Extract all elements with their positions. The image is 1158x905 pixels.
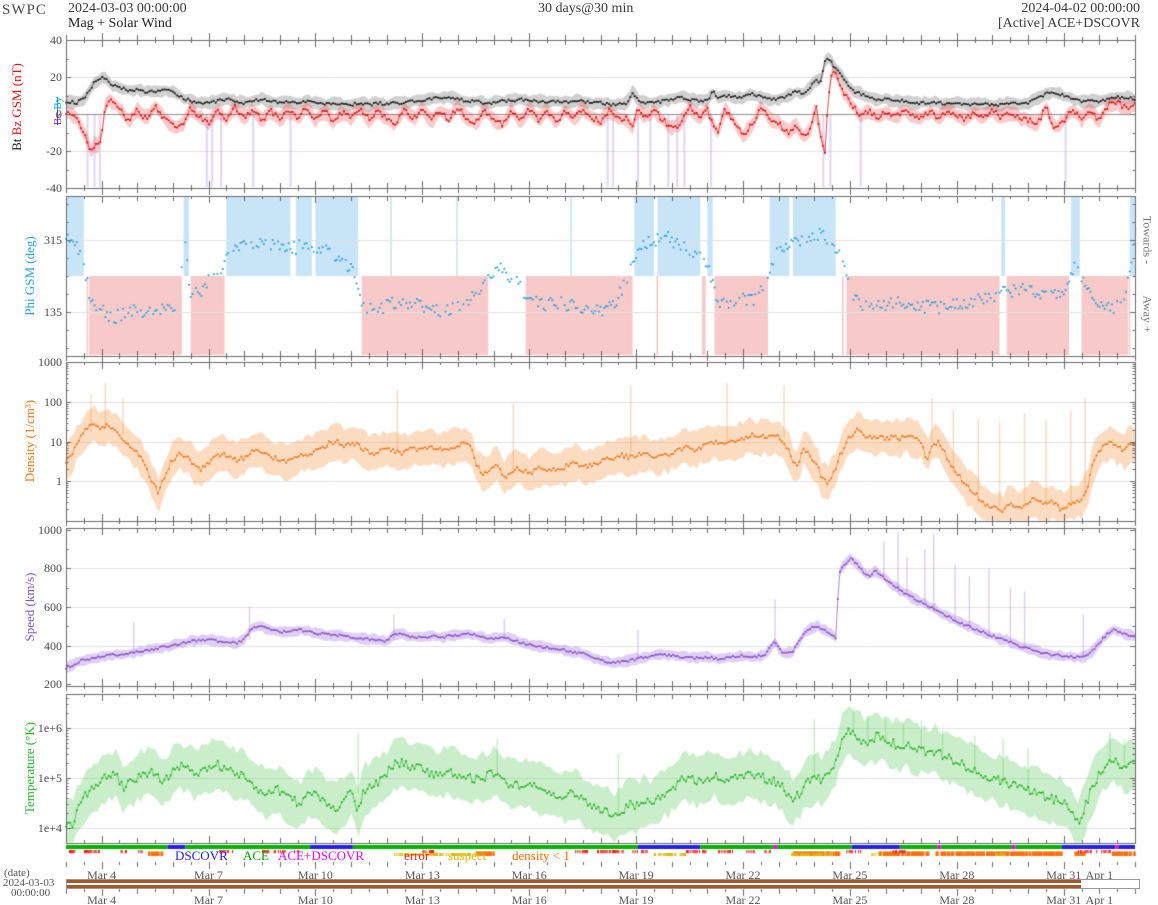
end-datetime: 2024-04-02 00:00:00: [1021, 1, 1140, 16]
legend-item-error: error: [404, 848, 430, 863]
y-tick-label: 1000: [38, 355, 62, 369]
plot-title: Mag + Solar Wind: [68, 16, 172, 31]
y-tick-label: 600: [44, 600, 62, 614]
swpc-logo: SWPC: [2, 2, 47, 18]
y-tick-label: 400: [44, 639, 62, 653]
y-tick-label: 20: [50, 70, 62, 84]
date-tick-label: Mar 10: [297, 893, 333, 905]
away-label: Away +: [1140, 295, 1155, 333]
date-tick-label: Mar 31: [1046, 893, 1082, 905]
y-tick-label: 0: [56, 107, 62, 121]
legend-item-dscovr: DSCOVR: [175, 848, 228, 863]
date-tick-label: Mar 19: [618, 893, 654, 905]
start-datetime: 2024-03-03 00:00:00: [68, 1, 187, 16]
source-status: [Active] ACE+DSCOVR: [997, 16, 1140, 31]
date-tick-label: Mar 13: [404, 893, 440, 905]
y-tick-label: 800: [44, 561, 62, 575]
date-tick-label: Mar 16: [511, 893, 547, 905]
plot-canvas[interactable]: [0, 0, 1158, 905]
legend-item-density-1: density < 1: [512, 848, 570, 863]
y-tick-label: 1: [56, 474, 62, 488]
date-tick-label: Mar 22: [725, 893, 761, 905]
y-tick-label: 135: [44, 305, 62, 319]
y-tick-label: -40: [46, 181, 62, 195]
y-tick-label: -20: [46, 144, 62, 158]
y-tick-label: 200: [44, 677, 62, 691]
date-tick-label: Apr 1: [1085, 893, 1114, 905]
time-range-scrollbar[interactable]: [66, 879, 1140, 889]
y-tick-label: 10: [50, 435, 62, 449]
legend-item-suspect: suspect: [448, 848, 487, 863]
date-tick-label: Mar 7: [194, 893, 224, 905]
y-tick-label: 40: [50, 33, 62, 47]
date-tick-label: Mar 4: [87, 893, 117, 905]
legend-item-ace: ACE: [243, 848, 269, 863]
resolution-label: 30 days@30 min: [538, 1, 634, 16]
time-range-handle[interactable]: [67, 880, 1081, 888]
swpc-solar-wind-viewer: SWPC 2024-03-03 00:00:00 Mag + Solar Win…: [0, 0, 1158, 905]
y-tick-label: 1000: [38, 523, 62, 537]
legend-item-ace-dscovr: ACE+DSCOVR: [278, 848, 365, 863]
date-tick-label: Mar 25: [832, 893, 868, 905]
towards-label: Towards -: [1140, 215, 1155, 265]
phi-axis-label: Phi GSM (deg): [22, 236, 37, 316]
y-tick-label: 100: [44, 395, 62, 409]
date-tick-label: Mar 28: [939, 893, 975, 905]
window-start-time: 00:00:00: [11, 887, 51, 899]
y-tick-label: 1e+5: [37, 771, 62, 785]
y-tick-label: 315: [44, 233, 62, 247]
y-tick-label: 1e+6: [37, 721, 62, 735]
y-tick-label: 1e+4: [37, 821, 62, 835]
